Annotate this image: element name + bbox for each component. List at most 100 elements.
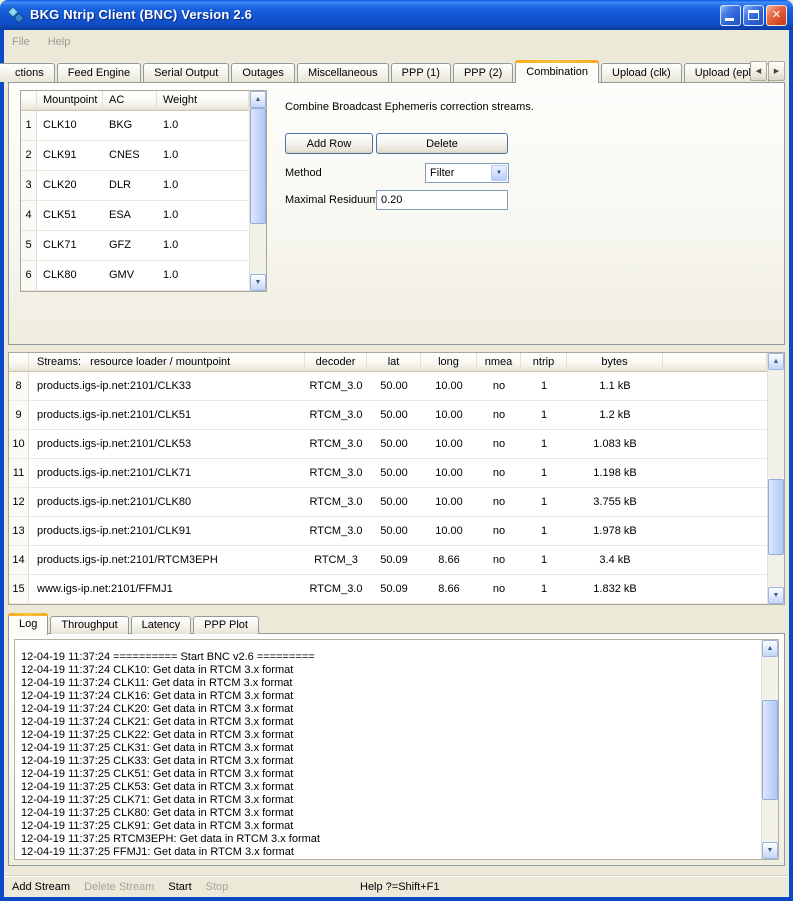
statusbar-action-start[interactable]: Start <box>168 881 191 893</box>
window-controls: ✕ <box>720 5 787 26</box>
close-button[interactable]: ✕ <box>766 5 787 26</box>
stream-cell: 10.00 <box>421 459 477 488</box>
table-cell: 1.0 <box>157 261 249 291</box>
tab-throughput[interactable]: Throughput <box>50 616 128 634</box>
log-line: 12-04-19 11:37:24 CLK11: Get data in RTC… <box>21 677 761 690</box>
table-row[interactable]: 6CLK80GMV1.0 <box>21 261 249 291</box>
add-row-button[interactable]: Add Row <box>285 133 373 154</box>
arrow-up-icon: ▲ <box>255 96 262 103</box>
log-scrollbar[interactable]: ▲ ▼ <box>761 640 778 859</box>
statusbar-action-add-stream[interactable]: Add Stream <box>12 881 70 893</box>
tab-latency[interactable]: Latency <box>131 616 192 634</box>
combination-column-header-weight[interactable]: Weight <box>157 91 249 111</box>
streams-column-header-bytes[interactable]: bytes <box>567 353 663 372</box>
stream-row[interactable]: 15www.igs-ip.net:2101/FFMJ1RTCM_3.050.09… <box>9 575 767 604</box>
tab-miscellaneous[interactable]: Miscellaneous <box>297 63 389 82</box>
table-row[interactable]: 1CLK10BKG1.0 <box>21 111 249 141</box>
stream-row[interactable]: 9products.igs-ip.net:2101/CLK51RTCM_3.05… <box>9 401 767 430</box>
streams-table-scrollbar[interactable]: ▲ ▼ <box>767 353 784 604</box>
stream-row-filler <box>663 459 767 488</box>
scroll-up-button[interactable]: ▲ <box>250 91 266 108</box>
log-line: 12-04-19 11:37:25 CLK51: Get data in RTC… <box>21 768 761 781</box>
stream-row[interactable]: 14products.igs-ip.net:2101/RTCM3EPHRTCM_… <box>9 546 767 575</box>
menu-help[interactable]: Help <box>48 36 71 48</box>
table-row[interactable]: 3CLK20DLR1.0 <box>21 171 249 201</box>
table-cell: CLK20 <box>37 171 103 201</box>
streams-table: Streams: resource loader / mountpointdec… <box>8 352 785 605</box>
stream-cell: RTCM_3.0 <box>305 430 367 459</box>
scroll-up-button[interactable]: ▲ <box>762 640 778 657</box>
combination-table: MountpointAC NameWeight 1CLK10BKG1.02CLK… <box>20 90 267 292</box>
stream-mountpoint: www.igs-ip.net:2101/FFMJ1 <box>29 575 305 604</box>
stream-cell: 1.832 kB <box>567 575 663 604</box>
table-cell: BKG <box>103 111 157 141</box>
scrollbar-thumb[interactable] <box>250 108 266 224</box>
scroll-up-button[interactable]: ▲ <box>768 353 784 370</box>
menu-file[interactable]: File <box>12 36 30 48</box>
stream-row[interactable]: 10products.igs-ip.net:2101/CLK53RTCM_3.0… <box>9 430 767 459</box>
scrollbar-thumb[interactable] <box>768 479 784 555</box>
log-line: 12-04-19 11:37:25 CLK71: Get data in RTC… <box>21 794 761 807</box>
stream-row[interactable]: 11products.igs-ip.net:2101/CLK71RTCM_3.0… <box>9 459 767 488</box>
streams-column-header-decoder[interactable]: decoder <box>305 353 367 372</box>
bottom-tabbar: LogThroughputLatencyPPP Plot <box>8 613 261 634</box>
combination-column-header-ac-name[interactable]: AC Name <box>103 91 157 111</box>
table-cell: 1.0 <box>157 171 249 201</box>
scroll-down-button[interactable]: ▼ <box>250 274 266 291</box>
stream-row-filler <box>663 488 767 517</box>
stream-cell: 1 <box>521 575 567 604</box>
method-dropdown[interactable]: Filter ▼ <box>425 163 509 183</box>
tab-outages[interactable]: Outages <box>231 63 295 82</box>
table-cell: CLK51 <box>37 201 103 231</box>
tab-log[interactable]: Log <box>8 613 48 635</box>
scroll-down-button[interactable]: ▼ <box>762 842 778 859</box>
table-cell: 1.0 <box>157 141 249 171</box>
maximal-residuum-label: Maximal Residuum <box>285 194 379 206</box>
arrow-down-icon: ▼ <box>773 592 780 599</box>
streams-column-header-lat[interactable]: lat <box>367 353 421 372</box>
minimize-icon <box>725 18 734 21</box>
tab-upload-clk[interactable]: Upload (clk) <box>601 63 682 82</box>
stream-cell: 10.00 <box>421 517 477 546</box>
minimize-button[interactable] <box>720 5 741 26</box>
tab-combination[interactable]: Combination <box>515 60 599 83</box>
delete-button[interactable]: Delete <box>376 133 508 154</box>
log-output[interactable]: 12-04-19 11:37:24 ========== Start BNC v… <box>14 639 779 860</box>
combination-table-corner <box>21 91 37 111</box>
stream-row-filler <box>663 546 767 575</box>
stream-row[interactable]: 13products.igs-ip.net:2101/CLK91RTCM_3.0… <box>9 517 767 546</box>
arrow-right-icon: ▶ <box>774 67 779 75</box>
streams-table-body: 8products.igs-ip.net:2101/CLK33RTCM_3.05… <box>9 372 767 604</box>
log-line: 12-04-19 11:37:24 CLK21: Get data in RTC… <box>21 716 761 729</box>
table-row[interactable]: 2CLK91CNES1.0 <box>21 141 249 171</box>
table-row[interactable]: 5CLK71GFZ1.0 <box>21 231 249 261</box>
tab-ppp-2[interactable]: PPP (2) <box>453 63 513 82</box>
tab-feed-engine[interactable]: Feed Engine <box>57 63 141 82</box>
streams-column-header-long[interactable]: long <box>421 353 477 372</box>
stream-row[interactable]: 12products.igs-ip.net:2101/CLK80RTCM_3.0… <box>9 488 767 517</box>
tab-serial-output[interactable]: Serial Output <box>143 63 229 82</box>
combination-table-scrollbar[interactable]: ▲ ▼ <box>249 91 266 291</box>
streams-column-header-nmea[interactable]: nmea <box>477 353 521 372</box>
stream-row-filler <box>663 401 767 430</box>
stream-row[interactable]: 8products.igs-ip.net:2101/CLK33RTCM_3.05… <box>9 372 767 401</box>
tab-scroll-left-button[interactable]: ◀ <box>750 61 767 81</box>
streams-column-header-ntrip[interactable]: ntrip <box>521 353 567 372</box>
log-line: 12-04-19 11:37:24 CLK20: Get data in RTC… <box>21 703 761 716</box>
tab-ppp-1[interactable]: PPP (1) <box>391 63 451 82</box>
table-row[interactable]: 4CLK51ESA1.0 <box>21 201 249 231</box>
combination-column-header-mountpoint[interactable]: Mountpoint <box>37 91 103 111</box>
table-cell: CLK10 <box>37 111 103 141</box>
tab-scroll-right-button[interactable]: ▶ <box>768 61 785 81</box>
tab-ppp-plot[interactable]: PPP Plot <box>193 616 259 634</box>
method-dropdown-button[interactable]: ▼ <box>491 165 507 181</box>
stream-cell: 50.00 <box>367 372 421 401</box>
stream-row-filler <box>663 517 767 546</box>
tab-ctions[interactable]: ctions <box>0 63 55 82</box>
row-number: 13 <box>9 517 29 546</box>
streams-column-header-streams[interactable]: Streams: resource loader / mountpoint <box>29 353 305 372</box>
maximize-button[interactable] <box>743 5 764 26</box>
maximal-residuum-input[interactable] <box>376 190 508 210</box>
scrollbar-thumb[interactable] <box>762 700 778 800</box>
scroll-down-button[interactable]: ▼ <box>768 587 784 604</box>
